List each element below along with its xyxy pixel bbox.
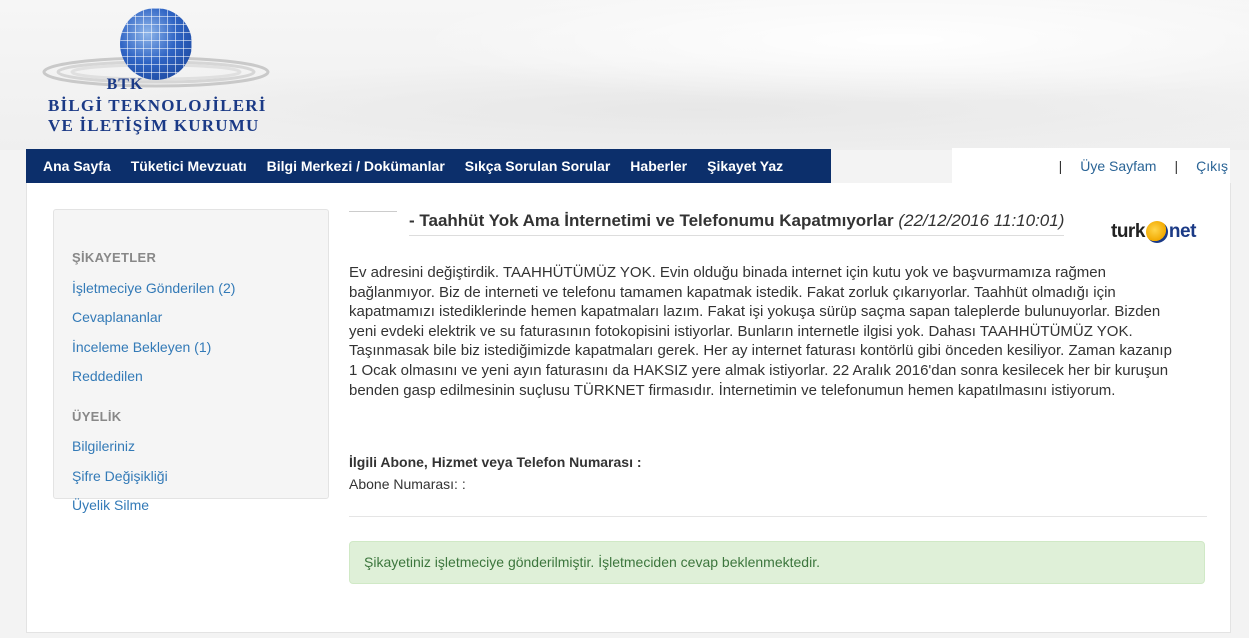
- complaint-date: (22/12/2016 11:10:01): [898, 211, 1065, 230]
- nav-home[interactable]: Ana Sayfa: [26, 149, 121, 183]
- nav-write-complaint[interactable]: Şikayet Yaz: [697, 149, 793, 183]
- complaints-header: ŞİKAYETLER: [72, 250, 157, 265]
- complaint-content: - Taahhüt Yok Ama İnternetimi ve Telefon…: [349, 183, 1207, 633]
- nav-faq[interactable]: Sıkça Sorulan Sorular: [455, 149, 621, 183]
- main-panel: ŞİKAYETLER İşletmeciye Gönderilen (2) Ce…: [26, 183, 1231, 633]
- nav-info-center[interactable]: Bilgi Merkezi / Dokümanlar: [257, 149, 455, 183]
- operator-logo: turk net: [1111, 221, 1196, 243]
- user-links: | Üye Sayfam | Çıkış: [952, 148, 1230, 184]
- sidebar: ŞİKAYETLER İşletmeciye Gönderilen (2) Ce…: [53, 209, 329, 513]
- title-divider: [349, 211, 397, 212]
- subscriber-number: Abone Numarası: :: [349, 476, 466, 492]
- nav-consumer-legislation[interactable]: Tüketici Mevzuatı: [121, 149, 257, 183]
- globe-icon: [120, 8, 192, 80]
- member-page-link[interactable]: Üye Sayfam: [1080, 158, 1156, 174]
- sidebar-item-answered[interactable]: Cevaplananlar: [72, 309, 162, 325]
- logo-line-2: VE İLETİŞİM KURUMU: [48, 116, 260, 135]
- btk-logo[interactable]: BTK BİLGİ TEKNOLOJİLERİ VE İLETİŞİM KURU…: [32, 4, 272, 140]
- brand-dot-icon: [1145, 221, 1168, 243]
- separator: |: [1058, 158, 1063, 174]
- sidebar-item-password[interactable]: Şifre Değişikliği: [72, 468, 168, 484]
- sidebar-item-info[interactable]: Bilgileriniz: [72, 438, 135, 454]
- divider: [349, 516, 1207, 517]
- membership-header: ÜYELİK: [72, 409, 122, 424]
- brand-right: net: [1168, 221, 1197, 242]
- complaint-body: Ev adresini değiştirdik. TAAHHÜTÜMÜZ YOK…: [349, 264, 1172, 399]
- sidebar-item-sent[interactable]: İşletmeciye Gönderilen (2): [72, 280, 235, 296]
- sidebar-item-rejected[interactable]: Reddedilen: [72, 368, 143, 384]
- sidebar-item-delete-account[interactable]: Üyelik Silme: [72, 497, 149, 513]
- logo-line-1: BİLGİ TEKNOLOJİLERİ: [48, 96, 267, 115]
- main-nav: Ana Sayfa Tüketici Mevzuatı Bilgi Merkez…: [26, 149, 831, 184]
- complaint-title-text: - Taahhüt Yok Ama İnternetimi ve Telefon…: [409, 211, 894, 230]
- complaint-title: - Taahhüt Yok Ama İnternetimi ve Telefon…: [409, 211, 1065, 236]
- nav-news[interactable]: Haberler: [620, 149, 697, 183]
- logo-abbreviation: BTK: [106, 76, 144, 93]
- brand-left: turk: [1111, 221, 1145, 242]
- sidebar-item-pending[interactable]: İnceleme Bekleyen (1): [72, 339, 211, 355]
- logout-link[interactable]: Çıkış: [1196, 158, 1228, 174]
- related-number-header: İlgili Abone, Hizmet veya Telefon Numara…: [349, 454, 642, 470]
- separator: |: [1174, 158, 1179, 174]
- status-alert: Şikayetiniz işletmeciye gönderilmiştir. …: [349, 541, 1205, 584]
